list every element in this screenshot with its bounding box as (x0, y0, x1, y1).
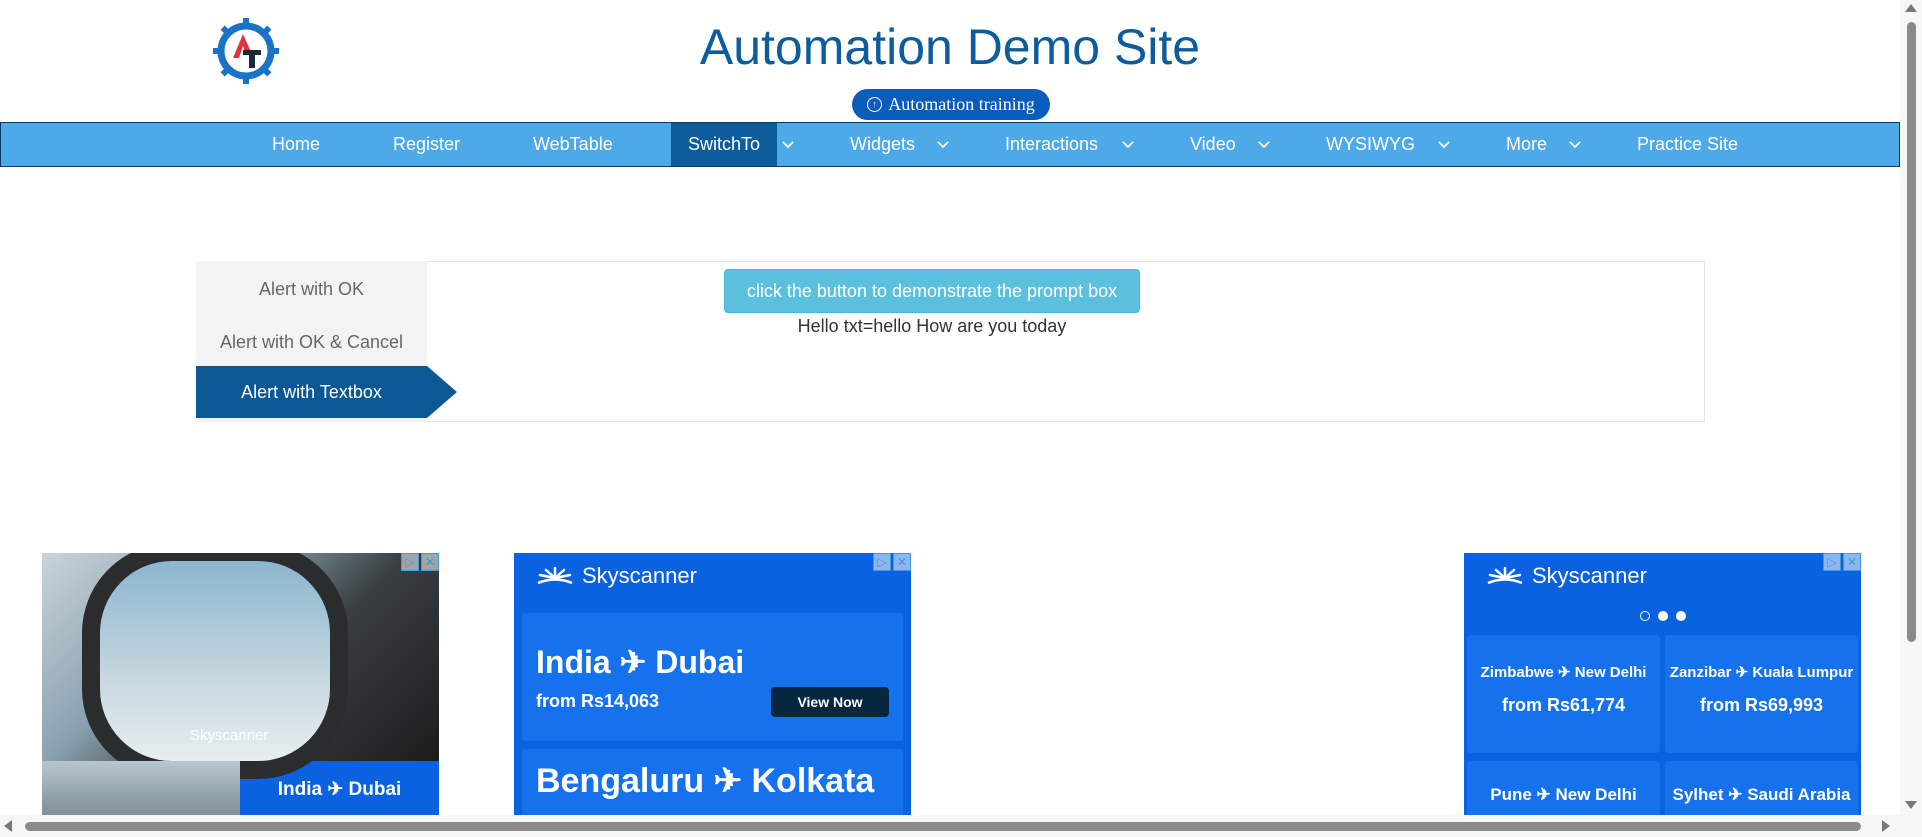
deal-card[interactable]: Zimbabwe ✈ New Delhi from Rs61,774 (1467, 635, 1660, 753)
deal-price: from Rs69,993 (1699, 695, 1824, 715)
carousel-dot[interactable] (1657, 611, 1668, 621)
scroll-left-arrow-icon[interactable] (4, 820, 12, 832)
nav-home[interactable]: Home (272, 123, 320, 166)
deal-price: from Rs61,774 (1501, 695, 1626, 715)
automation-training-button[interactable]: ↑ Automation training (852, 89, 1050, 120)
deal-route: India ✈ Dubai (536, 644, 745, 680)
ad-banner-3[interactable]: Skyscanner Zimbabwe ✈ New Delhi from Rs6… (1464, 553, 1861, 817)
prompt-box-button[interactable]: click the button to demonstrate the prom… (724, 269, 1140, 313)
chevron-down-icon[interactable] (1569, 123, 1581, 166)
skyscanner-sun-icon (1487, 566, 1523, 585)
nav-register[interactable]: Register (393, 123, 460, 166)
skyscanner-header: Skyscanner (1486, 563, 1647, 589)
deal-route: Zanzibar ✈ Kuala Lumpur (1669, 664, 1854, 681)
skyscanner-brand: Skyscanner (1532, 563, 1647, 588)
nav-webtable[interactable]: WebTable (533, 123, 613, 166)
nav-interactions[interactable]: Interactions (1005, 123, 1098, 166)
tab-alert-textbox[interactable]: Alert with Textbox (196, 366, 427, 418)
vertical-scrollbar[interactable] (1900, 0, 1922, 821)
deal-card[interactable]: Sylhet ✈ Saudi Arabia (1665, 761, 1858, 817)
city-image (42, 761, 240, 817)
arrow-circle-icon: ↑ (867, 97, 883, 112)
chevron-down-icon[interactable] (1258, 123, 1270, 166)
page-title: Automation Demo Site (699, 19, 1201, 75)
chevron-down-icon[interactable] (937, 123, 949, 166)
ad-route: India ✈ Dubai (277, 778, 402, 800)
nav-practice-site[interactable]: Practice Site (1637, 123, 1738, 166)
horizontal-scrollbar[interactable] (0, 815, 1922, 837)
horizontal-scroll-thumb[interactable] (25, 822, 1861, 831)
close-icon[interactable]: ✕ (1843, 553, 1861, 571)
skyscanner-sun-icon (537, 566, 573, 585)
deal-route: Sylhet ✈ Saudi Arabia (1672, 785, 1851, 804)
deal-route: Bengaluru ✈ Kolkata (536, 762, 875, 800)
vertical-scroll-thumb[interactable] (1907, 22, 1916, 642)
chevron-down-icon[interactable] (1122, 123, 1134, 166)
ad-banner-1[interactable]: Skyscanner India ✈ Dubai ▷ ✕ (42, 553, 439, 817)
close-icon[interactable]: ✕ (421, 553, 439, 571)
chevron-down-icon[interactable] (782, 123, 794, 166)
scroll-down-arrow-icon[interactable] (1905, 801, 1917, 809)
carousel-dots (1464, 611, 1861, 621)
main-navbar: Home Register WebTable SwitchTo Widgets … (0, 122, 1900, 167)
skyscanner-brand: Skyscanner (582, 563, 697, 588)
carousel-dot[interactable] (1675, 611, 1686, 621)
deal-card[interactable]: Pune ✈ New Delhi (1467, 761, 1660, 817)
deal-price: from Rs14,063 (536, 691, 660, 711)
adchoices-icon[interactable]: ▷ (401, 553, 419, 571)
chevron-down-icon[interactable] (1438, 123, 1450, 166)
skyscanner-brand: Skyscanner (190, 727, 269, 744)
tab-alert-ok[interactable]: Alert with OK (196, 263, 427, 315)
deal-card[interactable]: India ✈ Dubai from Rs14,063 View Now (522, 613, 903, 741)
ad-banner-2[interactable]: Skyscanner India ✈ Dubai from Rs14,063 V… (514, 553, 911, 817)
skyscanner-header: Skyscanner (536, 563, 697, 589)
nav-video[interactable]: Video (1190, 123, 1236, 166)
nav-widgets[interactable]: Widgets (850, 123, 915, 166)
scroll-up-arrow-icon[interactable] (1905, 4, 1917, 12)
carousel-dot[interactable] (1639, 611, 1650, 621)
deal-card[interactable]: Bengaluru ✈ Kolkata (522, 749, 903, 817)
nav-switchto[interactable]: SwitchTo (671, 123, 777, 166)
plane-window-image (82, 553, 348, 779)
tab-alert-ok-cancel[interactable]: Alert with OK & Cancel (196, 316, 427, 368)
scroll-right-arrow-icon[interactable] (1882, 820, 1890, 832)
deal-route: Pune ✈ New Delhi (1490, 785, 1637, 804)
view-now-button[interactable]: View Now (771, 687, 889, 717)
nav-more[interactable]: More (1506, 123, 1547, 166)
deal-card[interactable]: Zanzibar ✈ Kuala Lumpur from Rs69,993 (1665, 635, 1858, 753)
active-tab-arrow (427, 366, 457, 418)
adchoices-icon[interactable]: ▷ (873, 553, 891, 571)
close-icon[interactable]: ✕ (893, 553, 911, 571)
ad-controls: ▷ ✕ (873, 553, 911, 571)
prompt-result-text: Hello txt=hello How are you today (797, 316, 1067, 336)
deal-route: Zimbabwe ✈ New Delhi (1480, 664, 1647, 681)
ad-controls: ▷ ✕ (401, 553, 439, 571)
automation-training-label: Automation training (888, 94, 1035, 114)
ad-controls: ▷ ✕ (1823, 553, 1861, 571)
adchoices-icon[interactable]: ▷ (1823, 553, 1841, 571)
nav-wysiwyg[interactable]: WYSIWYG (1326, 123, 1415, 166)
